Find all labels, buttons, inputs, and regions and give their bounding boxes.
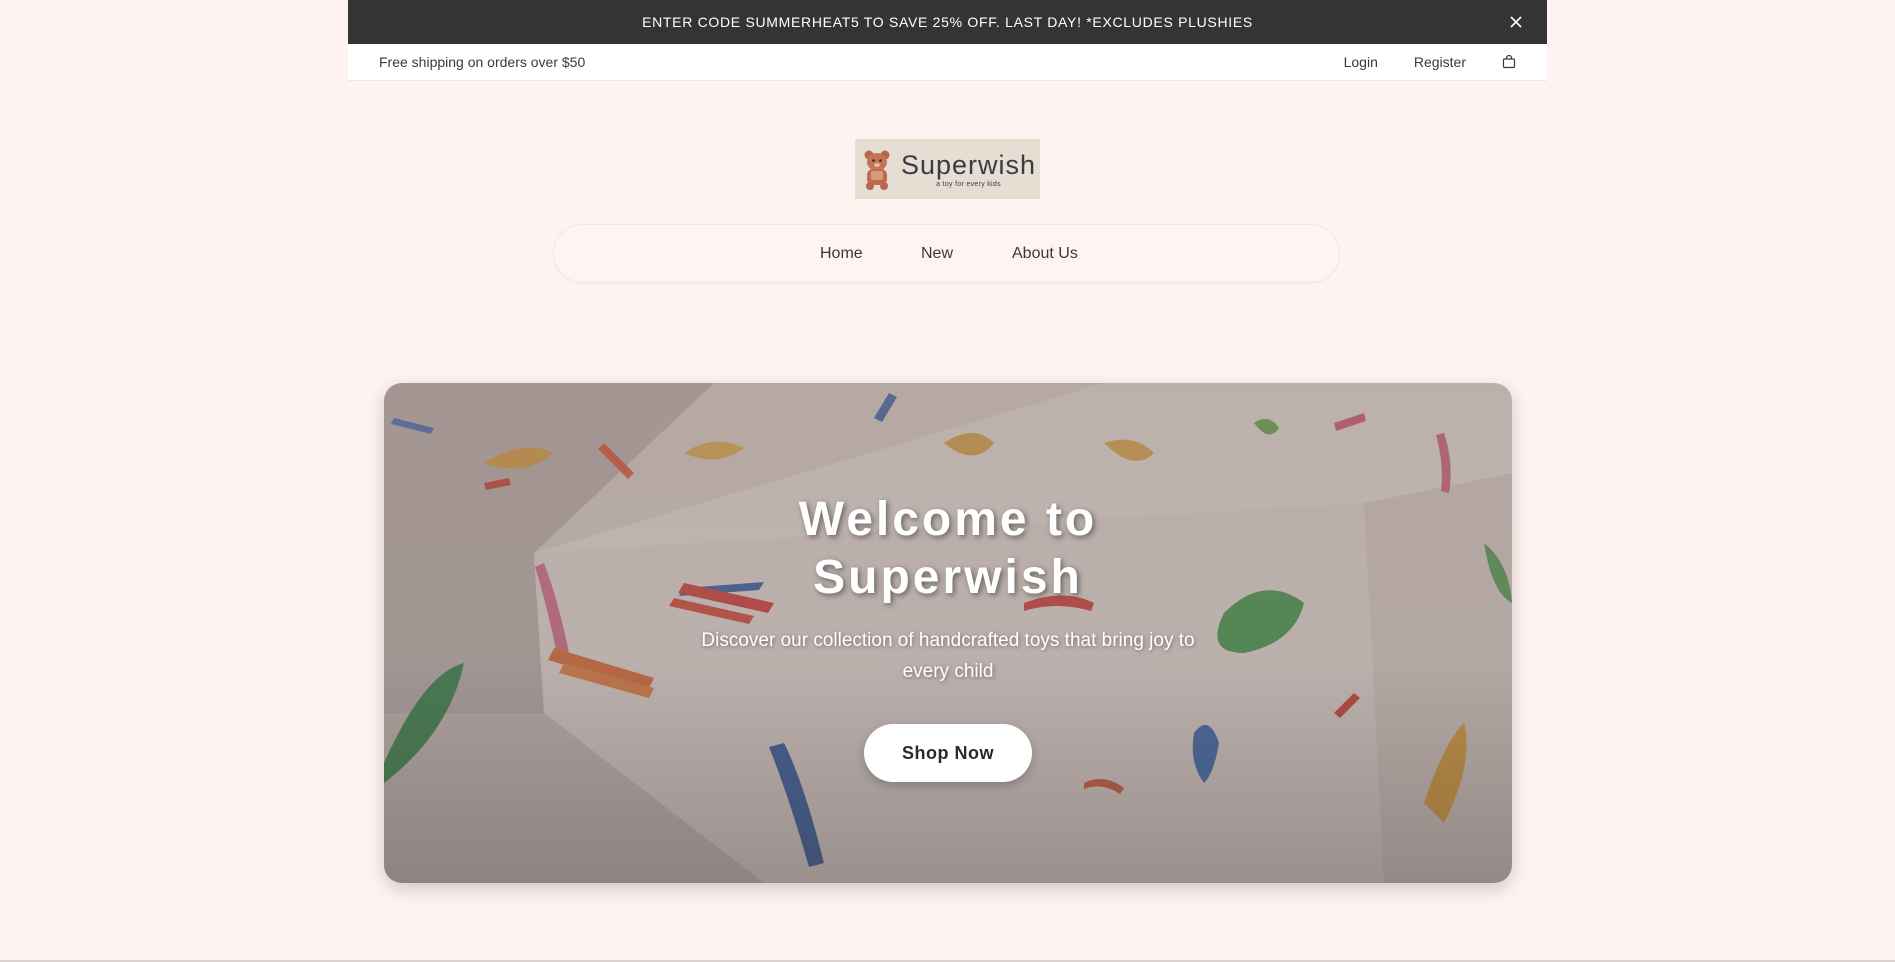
- logo-tagline: a toy for every kids: [936, 181, 1001, 188]
- utility-bar: Free shipping on orders over $50 Login R…: [348, 44, 1547, 81]
- nav-item-new[interactable]: New: [921, 245, 953, 263]
- register-link[interactable]: Register: [1414, 54, 1466, 70]
- login-link[interactable]: Login: [1344, 54, 1378, 70]
- shop-now-button[interactable]: Shop Now: [864, 724, 1032, 782]
- hero-content: Welcome to Superwish Discover our collec…: [384, 491, 1512, 782]
- shopping-bag-icon[interactable]: [1502, 55, 1516, 69]
- hero-title: Welcome to Superwish: [738, 491, 1158, 607]
- logo-name: Superwish: [901, 150, 1037, 180]
- teddy-bear-logo-icon: [864, 150, 890, 190]
- hero-title-line2: Superwish: [813, 551, 1083, 604]
- announcement-bar: ENTER CODE SUMMERHEAT5 TO SAVE 25% OFF. …: [348, 0, 1547, 44]
- site-logo[interactable]: Superwish a toy for every kids: [855, 139, 1040, 199]
- hero-subtitle: Discover our collection of handcrafted t…: [701, 630, 1195, 682]
- hero-banner: Welcome to Superwish Discover our collec…: [384, 383, 1512, 883]
- main-nav: Home New About Us: [553, 224, 1340, 283]
- shipping-notice: Free shipping on orders over $50: [379, 54, 586, 70]
- close-icon[interactable]: [1505, 11, 1527, 33]
- account-links: Login Register: [1344, 54, 1516, 70]
- header-container: ENTER CODE SUMMERHEAT5 TO SAVE 25% OFF. …: [348, 0, 1547, 81]
- nav-item-home[interactable]: Home: [820, 245, 863, 263]
- announcement-text: ENTER CODE SUMMERHEAT5 TO SAVE 25% OFF. …: [642, 14, 1253, 30]
- page: ENTER CODE SUMMERHEAT5 TO SAVE 25% OFF. …: [0, 0, 1895, 962]
- hero-title-line1: Welcome to: [798, 493, 1098, 546]
- logo-text: Superwish a toy for every kids: [901, 150, 1036, 188]
- nav-item-about-us[interactable]: About Us: [1012, 245, 1078, 263]
